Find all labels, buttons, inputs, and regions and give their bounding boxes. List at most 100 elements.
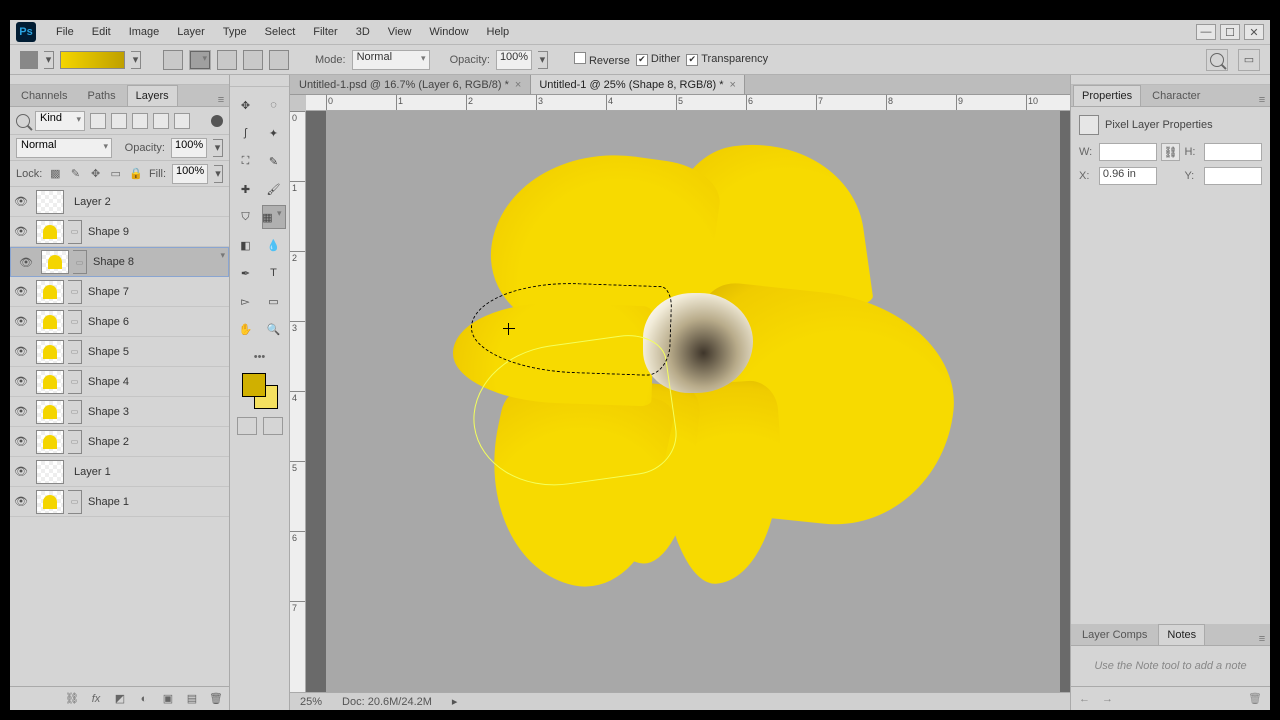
close-tab-icon[interactable]: × [730,79,736,91]
close-tab-icon[interactable]: × [515,79,521,91]
transparency-checkbox[interactable]: Transparency [686,53,768,66]
width-input[interactable] [1099,143,1157,161]
pen-tool[interactable]: ✒ [234,261,258,285]
mask-icon[interactable]: ◩ [113,692,127,706]
visibility-toggle-icon[interactable]: 👁 [10,495,32,508]
dock-grip[interactable] [10,75,229,85]
filter-kind-select[interactable]: Kind [35,111,85,131]
filter-adjust-icon[interactable] [111,113,127,129]
type-tool[interactable]: T [262,261,286,285]
dither-checkbox[interactable]: Dither [636,53,680,66]
artboard[interactable] [326,111,1060,692]
screen-mode-button[interactable] [263,417,283,435]
gradient-radial-button[interactable] [189,50,211,70]
layer-name[interactable]: Shape 2 [88,436,129,448]
fill-dropdown[interactable]: ▾ [214,165,223,183]
crop-tool[interactable]: ⛶ [234,149,258,173]
tab-character[interactable]: Character [1143,85,1209,106]
trash-icon[interactable]: 🗑 [209,692,223,706]
healing-tool[interactable]: ✚ [234,177,258,201]
vector-mask-thumbnail[interactable]: ▭ [68,340,82,364]
edit-toolbar-button[interactable]: ••• [248,349,272,365]
vector-mask-thumbnail[interactable]: ▭ [73,250,87,274]
gradient-swatch[interactable] [60,51,125,69]
layer-thumbnail[interactable] [36,430,64,454]
hand-tool[interactable]: ✋ [234,317,258,341]
visibility-toggle-icon[interactable]: 👁 [10,315,32,328]
gradient-diamond-button[interactable] [269,50,289,70]
delete-note-icon[interactable]: 🗑 [1248,692,1262,705]
layer-row[interactable]: 👁▭Shape 9 [10,217,229,247]
menu-filter[interactable]: Filter [305,22,345,42]
menu-image[interactable]: Image [121,22,168,42]
layer-name[interactable]: Shape 3 [88,406,129,418]
gradient-reflected-button[interactable] [243,50,263,70]
link-wh-button[interactable]: ⛓ [1161,143,1181,161]
tool-preset-swatch[interactable] [20,51,38,69]
lock-position-icon[interactable]: ✥ [89,166,103,182]
opacity-input[interactable]: 100% [496,50,532,70]
reverse-checkbox[interactable]: Reverse [574,52,630,67]
vertical-ruler[interactable]: 01234567 [290,111,306,692]
gradient-angle-button[interactable] [217,50,237,70]
visibility-toggle-icon[interactable]: 👁 [10,435,32,448]
layer-thumbnail[interactable] [36,400,64,424]
vector-mask-thumbnail[interactable]: ▭ [68,220,82,244]
gradient-picker-dropdown[interactable]: ▾ [131,51,141,69]
adjustment-icon[interactable]: ◐ [137,692,151,706]
panel-menu-icon[interactable]: ≡ [1254,633,1270,645]
layer-row[interactable]: 👁 ▭ Shape 8 [10,247,229,277]
layer-thumbnail[interactable] [36,340,64,364]
gradient-linear-button[interactable] [163,50,183,70]
path-select-tool[interactable]: ▻ [234,289,258,313]
layer-row[interactable]: 👁 ▭ Shape 1 [10,487,229,517]
layer-thumbnail[interactable] [36,310,64,334]
menu-select[interactable]: Select [257,22,304,42]
menu-3d[interactable]: 3D [348,22,378,42]
canvas-viewport[interactable] [306,111,1070,692]
link-layers-icon[interactable]: ⛓ [65,692,79,706]
doc-info[interactable]: Doc: 20.6M/24.2M [342,696,432,708]
menu-view[interactable]: View [380,22,420,42]
visibility-toggle-icon[interactable]: 👁 [10,195,32,208]
layer-name[interactable]: Shape 8 [93,256,134,268]
vector-mask-thumbnail[interactable]: ▭ [68,400,82,424]
menu-layer[interactable]: Layer [169,22,213,42]
tab-notes[interactable]: Notes [1158,624,1205,645]
prev-note-icon[interactable]: ← [1079,693,1090,705]
visibility-toggle-icon[interactable]: 👁 [15,256,37,269]
layer-name[interactable]: Shape 9 [88,226,129,238]
zoom-level[interactable]: 25% [300,696,322,708]
foreground-swatch[interactable] [242,373,266,397]
filter-smart-icon[interactable] [174,113,190,129]
layer-name[interactable]: Layer 2 [74,196,111,208]
layer-opacity-input[interactable]: 100% [171,138,207,158]
layer-row[interactable]: 👁▭Shape 3 [10,397,229,427]
layer-row[interactable]: 👁▭Shape 6 [10,307,229,337]
workspace-switcher[interactable]: ▭ [1238,49,1260,71]
layer-thumbnail[interactable] [36,460,64,484]
filter-pixel-icon[interactable] [90,113,106,129]
filter-type-icon[interactable] [132,113,148,129]
gradient-tool[interactable]: ▦ [262,205,286,229]
visibility-toggle-icon[interactable]: 👁 [10,345,32,358]
document-tab[interactable]: Untitled-1 @ 25% (Shape 8, RGB/8) *× [530,75,745,94]
vector-mask-thumbnail[interactable]: ▭ [68,490,82,514]
layer-thumbnail[interactable] [41,250,69,274]
layer-thumbnail[interactable] [36,190,64,214]
minimize-button[interactable]: — [1196,24,1216,40]
layer-row[interactable]: 👁 ▭ Shape 2 [10,427,229,457]
group-icon[interactable]: ▣ [161,692,175,706]
vector-mask-thumbnail[interactable]: ▭ [68,280,82,304]
layer-name[interactable]: Shape 6 [88,316,129,328]
visibility-toggle-icon[interactable]: 👁 [10,465,32,478]
filter-shape-icon[interactable] [153,113,169,129]
opacity-dropdown[interactable]: ▾ [538,51,548,69]
lock-image-icon[interactable]: ✎ [68,166,82,182]
vector-mask-thumbnail[interactable]: ▭ [68,430,82,454]
eyedropper-tool[interactable]: ✎ [262,149,286,173]
menu-edit[interactable]: Edit [84,22,119,42]
doc-info-caret-icon[interactable]: ▸ [452,695,458,708]
lasso-tool[interactable]: ʃ [234,121,258,145]
layer-name[interactable]: Shape 1 [88,496,129,508]
